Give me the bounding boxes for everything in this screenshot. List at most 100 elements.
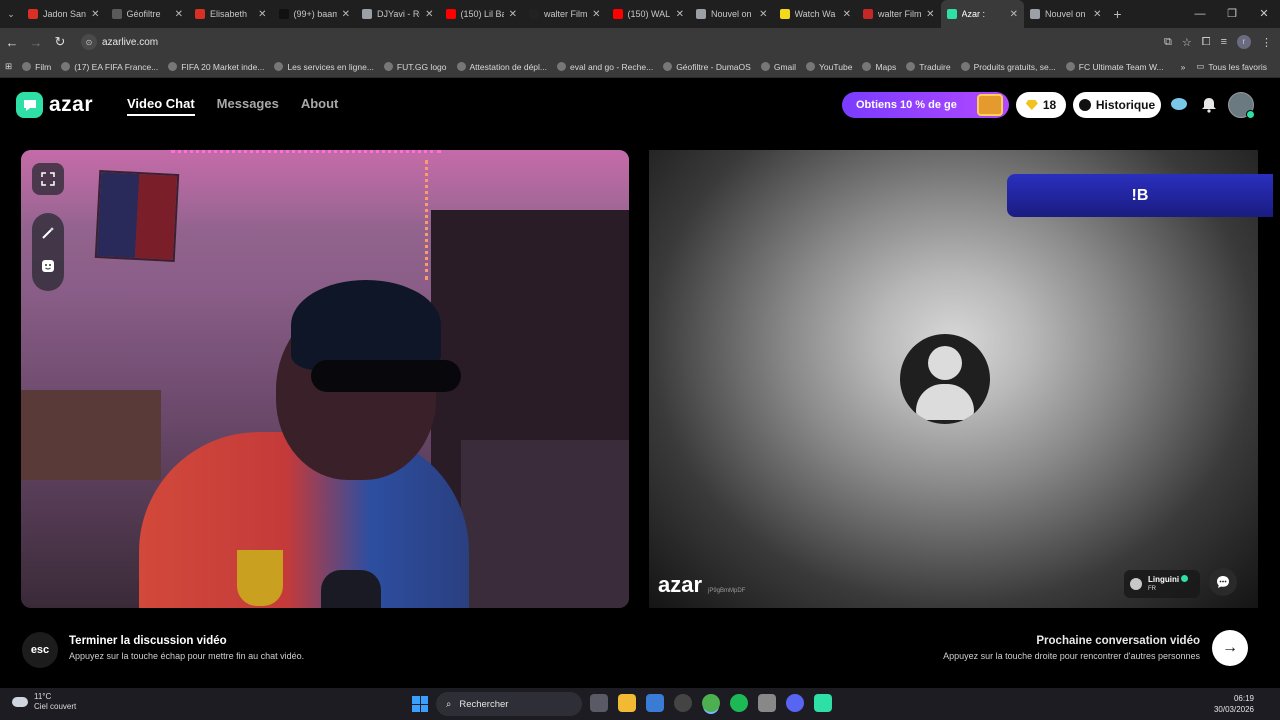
file-explorer-icon[interactable] xyxy=(618,694,636,712)
azar-logo[interactable]: azar xyxy=(16,92,93,118)
browser-tab[interactable]: (150) Lil Ba ✕ xyxy=(440,0,524,28)
bookmark-favicon-icon xyxy=(22,62,32,71)
store-icon[interactable] xyxy=(646,694,664,712)
site-info-icon[interactable]: ⊙ xyxy=(81,34,97,50)
peer-profile-chip[interactable]: Linguini FR xyxy=(1124,570,1200,598)
browser-tab[interactable]: Elisabeth ✕ xyxy=(189,0,273,28)
nav-messages[interactable]: Messages xyxy=(217,96,279,116)
weather-widget[interactable]: 11°C Ciel couvert xyxy=(12,692,76,712)
system-clock[interactable]: 06:19 30/03/2026 xyxy=(1214,693,1254,715)
tab-close-icon[interactable]: ✕ xyxy=(258,9,266,20)
back-icon[interactable]: ← xyxy=(0,35,24,50)
promo-button[interactable]: Obtiens 10 % de ge xyxy=(842,92,1009,118)
chrome-icon[interactable] xyxy=(702,694,720,712)
new-tab-button[interactable]: + xyxy=(1108,6,1128,22)
azar-app-icon[interactable] xyxy=(814,694,832,712)
url-bar[interactable]: ⊙ azarlive.com xyxy=(78,31,1158,53)
bookmark-favicon-icon xyxy=(862,62,872,71)
tab-close-icon[interactable]: ✕ xyxy=(759,9,767,20)
bookmark-item[interactable]: Traduire xyxy=(901,62,955,72)
bookmark-item[interactable]: YouTube xyxy=(801,62,857,72)
notification-bell-icon[interactable] xyxy=(1200,96,1218,114)
maximize-icon[interactable]: ❐ xyxy=(1216,0,1248,28)
forward-icon[interactable]: → xyxy=(24,35,48,50)
history-button[interactable]: Historique xyxy=(1073,92,1161,118)
menu-icon[interactable]: ⋮ xyxy=(1261,36,1272,49)
tab-search-icon[interactable]: ⌄ xyxy=(0,0,22,28)
windows-start-icon[interactable] xyxy=(412,696,428,712)
taskbar-search[interactable]: ⌕ Rechercher xyxy=(436,692,582,716)
chat-icon[interactable] xyxy=(1209,568,1237,596)
end-chat-button[interactable]: esc xyxy=(22,632,58,668)
bookmark-item[interactable]: Film xyxy=(17,62,56,72)
tab-close-icon[interactable]: ✕ xyxy=(175,9,183,20)
tab-close-icon[interactable]: ✕ xyxy=(926,9,934,20)
browser-tab[interactable]: Watch Wa ✕ xyxy=(774,0,858,28)
bookmark-item[interactable]: FIFA 20 Market inde... xyxy=(163,62,269,72)
nav-about[interactable]: About xyxy=(301,96,339,116)
verified-icon xyxy=(1181,575,1189,582)
browser-tab[interactable]: Nouvel on ✕ xyxy=(1024,0,1108,28)
expand-icon[interactable] xyxy=(32,163,64,195)
tab-close-icon[interactable]: ✕ xyxy=(1093,9,1101,20)
next-chat-title: Prochaine conversation vidéo xyxy=(1036,635,1200,647)
folder-icon: ▭ xyxy=(1196,61,1205,71)
browser-tab[interactable]: walter Film ✕ xyxy=(523,0,607,28)
tab-close-icon[interactable]: ✕ xyxy=(676,9,684,20)
browser-tab[interactable]: Jadon Sancho✕ xyxy=(22,0,106,28)
bookmark-item[interactable]: FUT.GG logo xyxy=(379,62,452,72)
all-bookmarks[interactable]: ▭ Tous les favoris xyxy=(1191,61,1272,72)
browser-tab[interactable]: Nouvel on ✕ xyxy=(690,0,774,28)
tab-close-icon[interactable]: ✕ xyxy=(342,9,350,20)
close-window-icon[interactable]: ✕ xyxy=(1248,0,1280,28)
bookmark-star-icon[interactable]: ☆ xyxy=(1182,36,1192,49)
apps-icon[interactable]: ⊞ xyxy=(0,61,17,72)
tab-close-icon[interactable]: ✕ xyxy=(509,9,517,20)
browser-tab[interactable]: Géofiltre ✕ xyxy=(106,0,190,28)
obs-icon[interactable] xyxy=(674,694,692,712)
browser-tab[interactable]: Azar : ✕ xyxy=(940,0,1024,28)
task-view-icon[interactable] xyxy=(590,694,608,712)
bookmarks-overflow-icon[interactable]: » xyxy=(1181,62,1186,72)
nav-video-chat[interactable]: Video Chat xyxy=(127,96,195,116)
app-header: azar Video Chat Messages About Obtiens 1… xyxy=(0,78,1280,130)
reload-icon[interactable]: ↻ xyxy=(48,34,72,50)
bookmark-item[interactable]: Maps xyxy=(857,62,901,72)
tab-close-icon[interactable]: ✕ xyxy=(91,9,99,20)
media-icon[interactable]: ≡ xyxy=(1221,36,1227,48)
bookmark-item[interactable]: Les services en ligne... xyxy=(269,62,378,72)
arrow-right-icon: → xyxy=(1222,639,1238,656)
bookmark-favicon-icon xyxy=(168,62,178,71)
bookmark-item[interactable]: Attestation de dépl... xyxy=(452,62,553,72)
bookmark-item[interactable]: Gmail xyxy=(756,62,801,72)
face-filter-icon[interactable] xyxy=(41,259,55,278)
minimize-icon[interactable]: — xyxy=(1184,0,1216,28)
discord-icon[interactable] xyxy=(786,694,804,712)
bookmark-item[interactable]: FC Ultimate Team W... xyxy=(1061,62,1169,72)
tab-close-icon[interactable]: ✕ xyxy=(592,9,600,20)
bookmark-item[interactable]: Géofiltre - DumaOS xyxy=(658,62,756,72)
tab-close-icon[interactable]: ✕ xyxy=(1010,9,1018,20)
bookmark-favicon-icon xyxy=(1065,62,1075,71)
gems-button[interactable]: 18 xyxy=(1016,92,1066,118)
bookmark-favicon-icon xyxy=(274,62,284,71)
next-chat-button[interactable]: → xyxy=(1212,630,1248,666)
browser-tab[interactable]: (150) WAL ✕ xyxy=(607,0,691,28)
tab-close-icon[interactable]: ✕ xyxy=(425,9,433,20)
settings-icon[interactable] xyxy=(758,694,776,712)
browser-tab[interactable]: (99+) baam ✕ xyxy=(273,0,357,28)
profile-icon[interactable]: r xyxy=(1237,35,1251,49)
cast-icon[interactable]: ⧉ xyxy=(1164,36,1172,49)
spotify-icon[interactable] xyxy=(730,694,748,712)
chat-bubble-icon[interactable] xyxy=(1170,96,1188,114)
tab-close-icon[interactable]: ✕ xyxy=(843,9,851,20)
browser-tab[interactable]: walter Film ✕ xyxy=(857,0,941,28)
browser-tab[interactable]: DJYavi - Re ✕ xyxy=(356,0,440,28)
magic-wand-icon[interactable] xyxy=(41,226,55,245)
bookmark-item[interactable]: eval and go - Reche... xyxy=(552,62,658,72)
bookmark-item[interactable]: (17) EA FIFA France... xyxy=(56,62,163,72)
user-avatar[interactable] xyxy=(1228,92,1255,119)
extensions-icon[interactable]: ⧠ xyxy=(1202,36,1211,49)
bookmark-favicon-icon xyxy=(456,62,466,71)
bookmark-item[interactable]: Produits gratuits, se... xyxy=(956,62,1061,72)
